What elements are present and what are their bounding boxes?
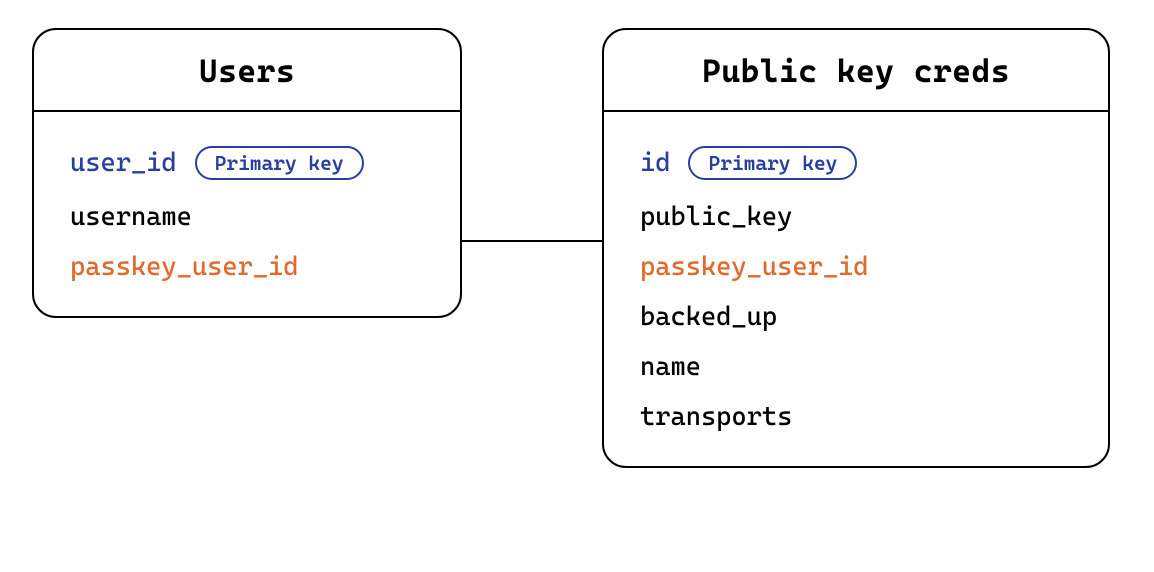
field-name: transports xyxy=(640,404,792,430)
field-name: passkey_user_id xyxy=(640,254,869,280)
entity-users-field-username: username xyxy=(70,192,424,242)
entity-creds-field-transports: transports xyxy=(640,392,1072,442)
field-name: id xyxy=(640,150,670,176)
entity-creds-title: Public key creds xyxy=(604,30,1108,112)
entity-creds-field-public_key: public_key xyxy=(640,192,1072,242)
field-name: backed_up xyxy=(640,304,777,330)
field-name: passkey_user_id xyxy=(70,254,299,280)
entity-creds: Public key creds id Primary key public_k… xyxy=(602,28,1110,468)
primary-key-badge: Primary key xyxy=(195,146,364,180)
field-name: public_key xyxy=(640,204,792,230)
field-name: name xyxy=(640,354,701,380)
field-name: username xyxy=(70,204,192,230)
entity-users-title: Users xyxy=(34,30,460,112)
primary-key-badge: Primary key xyxy=(688,146,857,180)
entity-users: Users user_id Primary key username passk… xyxy=(32,28,462,318)
entity-users-field-user_id: user_id Primary key xyxy=(70,134,424,192)
relationship-connector xyxy=(462,240,602,242)
entity-creds-field-name: name xyxy=(640,342,1072,392)
entity-creds-field-backed_up: backed_up xyxy=(640,292,1072,342)
entity-creds-field-passkey_user_id: passkey_user_id xyxy=(640,242,1072,292)
entity-users-body: user_id Primary key username passkey_use… xyxy=(34,112,460,316)
entity-creds-body: id Primary key public_key passkey_user_i… xyxy=(604,112,1108,466)
entity-users-field-passkey_user_id: passkey_user_id xyxy=(70,242,424,292)
field-name: user_id xyxy=(70,150,177,176)
entity-creds-field-id: id Primary key xyxy=(640,134,1072,192)
